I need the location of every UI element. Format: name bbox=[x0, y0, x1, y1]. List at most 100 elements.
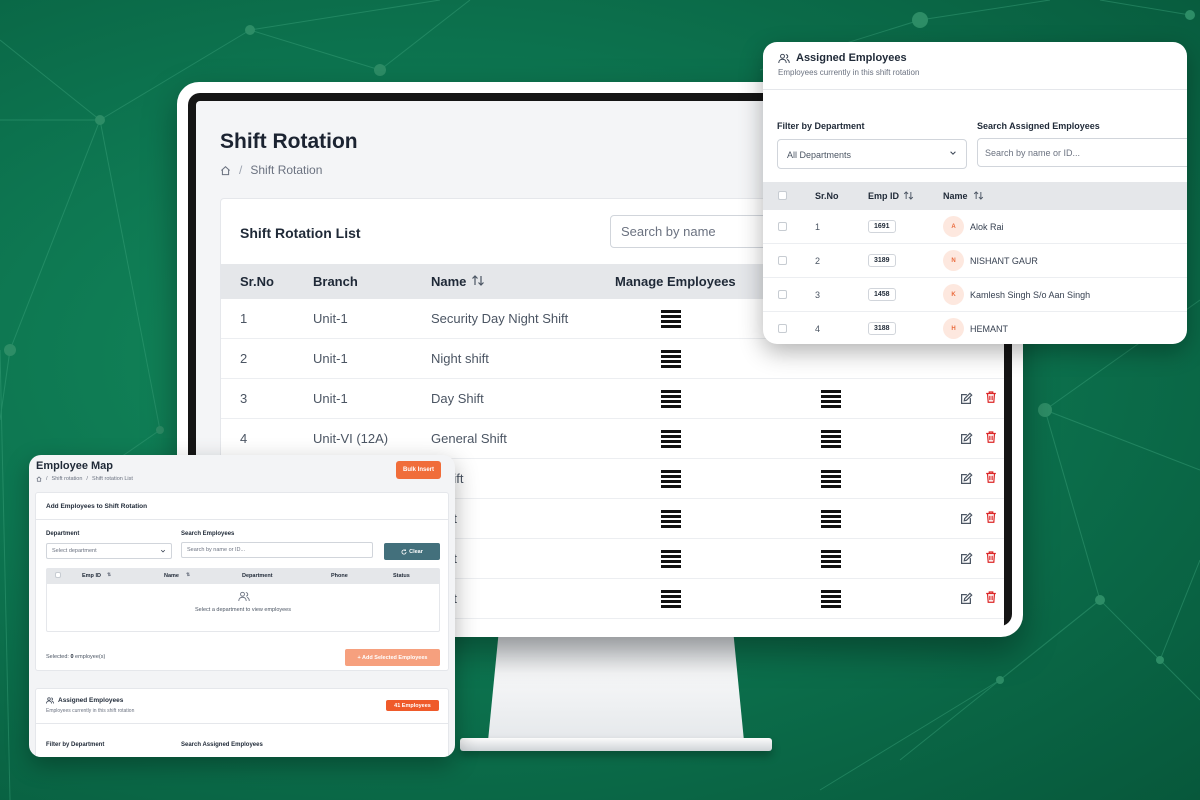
cell-sr-no: 4 bbox=[240, 431, 248, 446]
sort-icon[interactable]: ⇅ bbox=[186, 572, 190, 578]
delete-icon[interactable] bbox=[984, 430, 998, 444]
assigned-title-row: Assigned Employees bbox=[46, 697, 123, 704]
breadcrumb-shift-rotation[interactable]: Shift rotation bbox=[52, 476, 83, 482]
manage-employees-icon[interactable] bbox=[661, 470, 681, 488]
filter-value: All Departments bbox=[787, 150, 852, 160]
menu-icon[interactable] bbox=[821, 430, 841, 448]
monitor-stand-neck bbox=[488, 637, 744, 741]
add-selected-employees-button[interactable]: + Add Selected Employees bbox=[345, 649, 440, 666]
col-emp-id[interactable]: Emp ID bbox=[82, 573, 101, 579]
table-row: 4 Unit-VI (12A) General Shift bbox=[221, 419, 1004, 459]
assigned-title-row: Assigned Employees bbox=[778, 52, 907, 64]
avatar: A bbox=[943, 216, 964, 237]
col-name[interactable]: Name bbox=[431, 274, 466, 289]
edit-icon[interactable] bbox=[959, 432, 973, 446]
emp-id-badge: 1458 bbox=[868, 288, 896, 301]
edit-icon[interactable] bbox=[959, 552, 973, 566]
page-title: Shift Rotation bbox=[220, 130, 358, 153]
col-name[interactable]: Name bbox=[943, 191, 968, 201]
menu-icon[interactable] bbox=[821, 550, 841, 568]
clear-button[interactable]: Clear bbox=[384, 543, 440, 560]
cell-name: General Shift bbox=[431, 431, 507, 446]
delete-icon[interactable] bbox=[984, 470, 998, 484]
divider bbox=[763, 89, 1187, 90]
search-assigned-input[interactable] bbox=[977, 138, 1187, 167]
users-icon bbox=[238, 591, 250, 602]
row-checkbox[interactable] bbox=[778, 290, 787, 299]
sort-icon[interactable] bbox=[903, 190, 914, 201]
cell-sr-no: 3 bbox=[815, 290, 821, 300]
avatar: N bbox=[943, 250, 964, 271]
manage-employees-icon[interactable] bbox=[661, 350, 681, 368]
sort-icon[interactable]: ⇅ bbox=[107, 572, 111, 578]
employee-map-panel: Employee Map / Shift rotation / Shift ro… bbox=[29, 455, 455, 757]
clear-label: Clear bbox=[409, 548, 423, 555]
refresh-icon bbox=[401, 548, 407, 554]
breadcrumb-separator: / bbox=[239, 163, 243, 177]
row-checkbox[interactable] bbox=[778, 256, 787, 265]
sort-icon[interactable] bbox=[973, 190, 984, 201]
manage-employees-icon[interactable] bbox=[661, 550, 681, 568]
delete-icon[interactable] bbox=[984, 510, 998, 524]
cell-name: Night shift bbox=[431, 351, 489, 366]
edit-icon[interactable] bbox=[959, 392, 973, 406]
table-row: 4 3188 H HEMANT bbox=[763, 312, 1187, 344]
cell-branch: Unit-1 bbox=[313, 311, 348, 326]
employee-count-badge: 41 Employees bbox=[386, 700, 439, 711]
col-emp-id[interactable]: Emp ID bbox=[868, 191, 899, 201]
cell-branch: Unit-1 bbox=[313, 351, 348, 366]
breadcrumb-separator: / bbox=[86, 476, 88, 482]
home-icon[interactable] bbox=[36, 476, 42, 482]
col-branch: Branch bbox=[313, 274, 358, 289]
breadcrumb-current: Shift rotation List bbox=[91, 476, 133, 482]
divider bbox=[36, 723, 448, 724]
manage-employees-icon[interactable] bbox=[661, 590, 681, 608]
delete-icon[interactable] bbox=[984, 550, 998, 564]
manage-employees-icon[interactable] bbox=[661, 510, 681, 528]
home-icon[interactable] bbox=[220, 165, 231, 176]
menu-icon[interactable] bbox=[821, 470, 841, 488]
department-select[interactable]: Select department bbox=[46, 543, 172, 559]
row-checkbox[interactable] bbox=[778, 222, 787, 231]
cell-sr-no: 4 bbox=[815, 324, 821, 334]
edit-icon[interactable] bbox=[959, 472, 973, 486]
row-checkbox[interactable] bbox=[778, 324, 787, 333]
assigned-employees-card: Assigned Employees Employees currently i… bbox=[35, 688, 449, 757]
card-title: Shift Rotation List bbox=[240, 225, 361, 241]
cell-name: Kamlesh Singh S/o Aan Singh bbox=[970, 290, 1091, 300]
menu-icon[interactable] bbox=[821, 590, 841, 608]
selection-footer: Selected: 0 employee(s) + Add Selected E… bbox=[35, 641, 449, 671]
department-label: Department bbox=[46, 531, 80, 537]
cell-branch: Unit-1 bbox=[313, 391, 348, 406]
selected-count-text: Selected: 0 employee(s) bbox=[46, 654, 105, 660]
delete-icon[interactable] bbox=[984, 390, 998, 404]
select-all-checkbox[interactable] bbox=[55, 572, 61, 578]
edit-icon[interactable] bbox=[959, 512, 973, 526]
selected-suffix: employee(s) bbox=[73, 654, 106, 660]
bulk-insert-button[interactable]: Bulk Insert bbox=[396, 461, 441, 479]
manage-employees-icon[interactable] bbox=[661, 310, 681, 328]
breadcrumb: / Shift Rotation bbox=[220, 163, 322, 177]
select-all-checkbox[interactable] bbox=[778, 191, 787, 200]
avatar: H bbox=[943, 318, 964, 339]
menu-icon[interactable] bbox=[821, 390, 841, 408]
manage-employees-icon[interactable] bbox=[661, 390, 681, 408]
sort-icon[interactable] bbox=[471, 274, 485, 287]
users-icon bbox=[46, 697, 54, 704]
table-row: 3 Unit-1 Day Shift bbox=[221, 379, 1004, 419]
delete-icon[interactable] bbox=[984, 590, 998, 604]
department-filter-select[interactable]: All Departments bbox=[777, 139, 967, 169]
empty-state-message: Select a department to view employees bbox=[195, 607, 291, 613]
cell-sr-no: 2 bbox=[815, 256, 821, 266]
edit-icon[interactable] bbox=[959, 592, 973, 606]
col-sr-no: Sr.No bbox=[815, 191, 839, 201]
panel-subtitle: Employees currently in this shift rotati… bbox=[778, 68, 920, 77]
menu-icon[interactable] bbox=[821, 510, 841, 528]
table-row: 2 3189 N NISHANT GAUR bbox=[763, 244, 1187, 278]
col-name[interactable]: Name bbox=[164, 573, 179, 579]
cell-name: Day Shift bbox=[431, 391, 484, 406]
cell-sr-no: 1 bbox=[240, 311, 248, 326]
search-employees-input[interactable]: Search by name or ID... bbox=[181, 542, 373, 558]
manage-employees-icon[interactable] bbox=[661, 430, 681, 448]
cell-sr-no: 2 bbox=[240, 351, 248, 366]
